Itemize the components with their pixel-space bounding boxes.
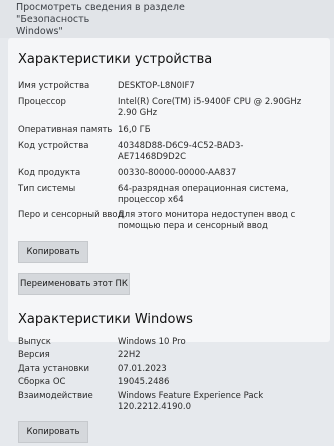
row-label-ram: Оперативная память (18, 125, 113, 135)
row-label-processor: Процессор (18, 97, 66, 107)
windows-specs-title: Характеристики Windows (18, 312, 193, 327)
copy-device-specs-button[interactable]: Копировать (18, 241, 88, 263)
rename-pc-button[interactable]: Переименовать этот ПК (18, 273, 130, 295)
row-value-device-id: 40348D88-D6C9-4C52-BAD3-AE71468D9D2C (118, 141, 244, 162)
row-value-processor: Intel(R) Core(TM) i5-9400F CPU @ 2.90GHz… (118, 97, 302, 118)
row-label-system-type: Тип системы (18, 184, 76, 194)
security-link-area: Просмотреть сведения в разделе "Безопасн… (0, 0, 334, 38)
row-value-device-name: DESKTOP-L8N0IF7 (118, 81, 195, 91)
row-label-edition: Выпуск (18, 337, 51, 347)
copy-windows-specs-button[interactable]: Копировать (18, 421, 88, 443)
row-value-ram: 16,0 ГБ (118, 125, 151, 135)
security-link-line1: Просмотреть сведения в разделе "Безопасн… (16, 2, 185, 25)
security-link-line2: Windows" (16, 26, 63, 37)
row-value-product-id: 00330-80000-00000-AA837 (118, 168, 237, 178)
device-specs-title: Характеристики устройства (18, 52, 213, 67)
row-label-product-id: Код продукта (18, 168, 81, 178)
row-value-os-build: 19045.2486 (118, 377, 170, 387)
row-label-version: Версия (18, 350, 50, 360)
row-value-experience: Windows Feature Experience Pack 120.2212… (118, 391, 264, 412)
row-value-pen-touch: Для этого монитора недоступен ввод с пом… (118, 210, 296, 231)
row-label-install-date: Дата установки (18, 364, 90, 374)
row-label-pen-touch: Перо и сенсорный ввод (18, 210, 124, 220)
row-label-experience: Взаимодействие (18, 391, 93, 401)
row-value-system-type: 64-разрядная операционная система, проце… (118, 184, 289, 205)
row-value-install-date: 07.01.2023 (118, 364, 167, 374)
row-value-version: 22H2 (118, 350, 141, 360)
row-label-device-name: Имя устройства (18, 81, 90, 91)
row-value-edition: Windows 10 Pro (118, 337, 186, 347)
row-label-os-build: Сборка ОС (18, 377, 66, 387)
row-label-device-id: Код устройства (18, 141, 89, 151)
security-link[interactable]: Просмотреть сведения в разделе "Безопасн… (16, 2, 246, 38)
